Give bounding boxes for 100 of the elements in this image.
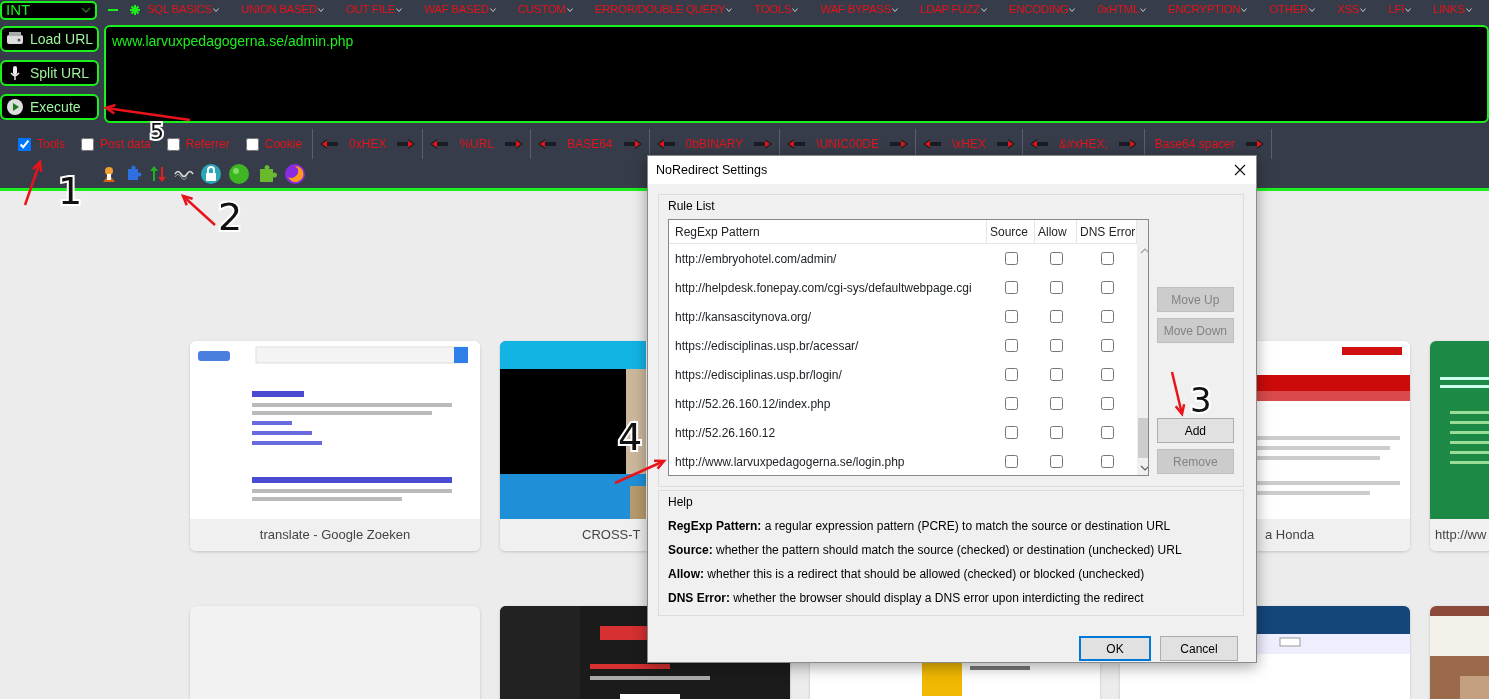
right-arrow-icon[interactable] [889, 138, 909, 150]
checkbox[interactable] [1100, 281, 1114, 294]
menu-item[interactable]: XSS [1337, 1, 1367, 19]
option-label[interactable]: Post data [100, 135, 151, 153]
checkbox[interactable] [1100, 426, 1114, 439]
checkbox[interactable] [1004, 310, 1018, 323]
menu-item[interactable]: 0xHTML [1097, 1, 1147, 19]
close-icon[interactable] [1234, 164, 1246, 176]
rule-pattern[interactable]: http://helpdesk.fonepay.com/cgi-sys/defaultwebpage.cgi [675, 278, 972, 297]
rule-pattern[interactable]: http://embryohotel.com/admin/ [675, 249, 837, 268]
lock-icon[interactable] [200, 163, 222, 185]
checkbox[interactable] [1049, 281, 1063, 294]
menu-item[interactable]: OUT FILE [345, 1, 403, 19]
left-arrow-icon[interactable] [922, 138, 942, 150]
caret-icon [396, 8, 403, 12]
menu-item[interactable]: ENCRYPTION [1168, 1, 1248, 19]
checkbox[interactable] [1049, 339, 1063, 352]
column-header[interactable]: Allow [1035, 220, 1077, 243]
menu-item[interactable]: SQL BASICS [147, 1, 219, 19]
checkbox[interactable] [1049, 426, 1063, 439]
right-arrow-icon[interactable] [1117, 138, 1138, 150]
menu-item[interactable]: ENCODING [1008, 1, 1076, 19]
url-field[interactable]: www.larvuxpedagogerna.se/admin.php [104, 25, 1489, 123]
checkbox[interactable] [1004, 339, 1018, 352]
checkbox[interactable] [81, 137, 94, 151]
dialog-button[interactable]: Add [1156, 418, 1234, 443]
rule-pattern[interactable]: http://52.26.160.12 [675, 423, 776, 442]
checkbox[interactable] [1100, 339, 1114, 352]
option-label[interactable]: Tools [37, 135, 65, 153]
rule-pattern[interactable]: http://www.larvuxpedagogerna.se/login.php [675, 452, 905, 471]
column-header[interactable]: Source [987, 220, 1035, 243]
checkbox[interactable] [1004, 455, 1018, 468]
encoder-label[interactable]: %URL [459, 135, 495, 153]
globe-icon[interactable] [284, 163, 306, 185]
figure-icon[interactable] [100, 165, 118, 183]
encoder-label[interactable]: Base64 spacer [1154, 135, 1235, 153]
checkbox[interactable] [1100, 310, 1114, 323]
right-arrow-icon[interactable] [622, 138, 643, 150]
right-arrow-icon[interactable] [396, 138, 417, 150]
rule-pattern[interactable]: http://kansascitynova.org/ [675, 307, 812, 326]
menu-item[interactable]: TOOLS [754, 1, 799, 19]
toolbar-button[interactable]: Split URL [0, 60, 99, 86]
checkbox[interactable] [1100, 455, 1114, 468]
checkbox[interactable] [1100, 368, 1114, 381]
checkbox[interactable] [1049, 455, 1063, 468]
rule-pattern[interactable]: http://52.26.160.12/index.php [675, 394, 831, 413]
checkbox[interactable] [1100, 397, 1114, 410]
checkbox[interactable] [1004, 252, 1018, 265]
mode-select[interactable]: INT [0, 0, 97, 20]
left-arrow-icon[interactable] [429, 138, 450, 150]
menu-item[interactable]: ERROR/DOUBLE QUERY [594, 1, 733, 19]
checkbox[interactable] [1049, 252, 1063, 265]
encoder-label[interactable]: \UNIC00DE [816, 135, 879, 153]
option-label[interactable]: Cookie [264, 135, 303, 153]
menu-item[interactable]: LDAP FUZZ [920, 1, 987, 19]
column-header[interactable]: RegExp Pattern [669, 220, 987, 243]
rule-pattern[interactable]: https://edisciplinas.usp.br/login/ [675, 365, 842, 384]
encoder-label[interactable]: &#xHEX; [1059, 135, 1108, 153]
checkbox[interactable] [1004, 397, 1018, 410]
checkbox[interactable] [245, 137, 259, 151]
arrows-icon[interactable] [148, 165, 168, 183]
asterisk-icon[interactable] [129, 4, 141, 16]
dialog-button[interactable]: Cancel [1160, 636, 1238, 661]
right-arrow-icon[interactable] [1244, 138, 1265, 150]
right-arrow-icon[interactable] [504, 138, 525, 150]
left-arrow-icon[interactable] [655, 138, 676, 150]
checkbox[interactable] [166, 137, 180, 151]
encoder-label[interactable]: BASE64 [567, 135, 613, 153]
left-arrow-icon[interactable] [786, 138, 807, 150]
thumbnail-title[interactable]: CROSS-T [582, 527, 641, 542]
checkbox[interactable] [18, 137, 31, 151]
checkbox[interactable] [1049, 368, 1063, 381]
right-arrow-icon[interactable] [996, 138, 1017, 150]
checkbox[interactable] [1049, 310, 1063, 323]
checkbox[interactable] [1004, 368, 1018, 381]
menu-item[interactable]: WAF BYPASS [820, 1, 898, 19]
checkbox[interactable] [1004, 281, 1018, 294]
menu-item[interactable]: LINKS [1433, 1, 1472, 19]
menu-item[interactable]: WAF BASED [424, 1, 496, 19]
circle-icon[interactable] [228, 163, 250, 185]
menu-item[interactable]: UNION BASED [241, 1, 324, 19]
checkbox[interactable] [1100, 252, 1114, 265]
thumbnail-title[interactable]: a Honda [1265, 527, 1315, 542]
left-arrow-icon[interactable] [537, 138, 558, 150]
encoder-label[interactable]: 0bBINARY [685, 135, 744, 153]
menu-item[interactable]: CUSTOM [517, 1, 573, 19]
encoder-label[interactable]: \xHEX [952, 135, 987, 153]
menu-item[interactable]: LFI [1388, 1, 1411, 19]
checkbox[interactable] [1049, 397, 1063, 410]
toolbar-button[interactable]: Load URL [0, 26, 99, 52]
left-arrow-icon[interactable] [1029, 138, 1050, 150]
left-arrow-icon[interactable] [319, 138, 340, 150]
rule-pattern[interactable]: https://edisciplinas.usp.br/acessar/ [675, 336, 859, 355]
option-label[interactable]: Referrer [185, 135, 230, 153]
dialog-button[interactable]: OK [1079, 636, 1151, 661]
encoder-label[interactable]: 0xHEX [349, 135, 387, 153]
toolbar-button[interactable]: Execute [0, 94, 99, 120]
right-arrow-icon[interactable] [753, 138, 774, 150]
checkbox[interactable] [1004, 426, 1018, 439]
menu-item[interactable]: OTHER [1269, 1, 1316, 19]
